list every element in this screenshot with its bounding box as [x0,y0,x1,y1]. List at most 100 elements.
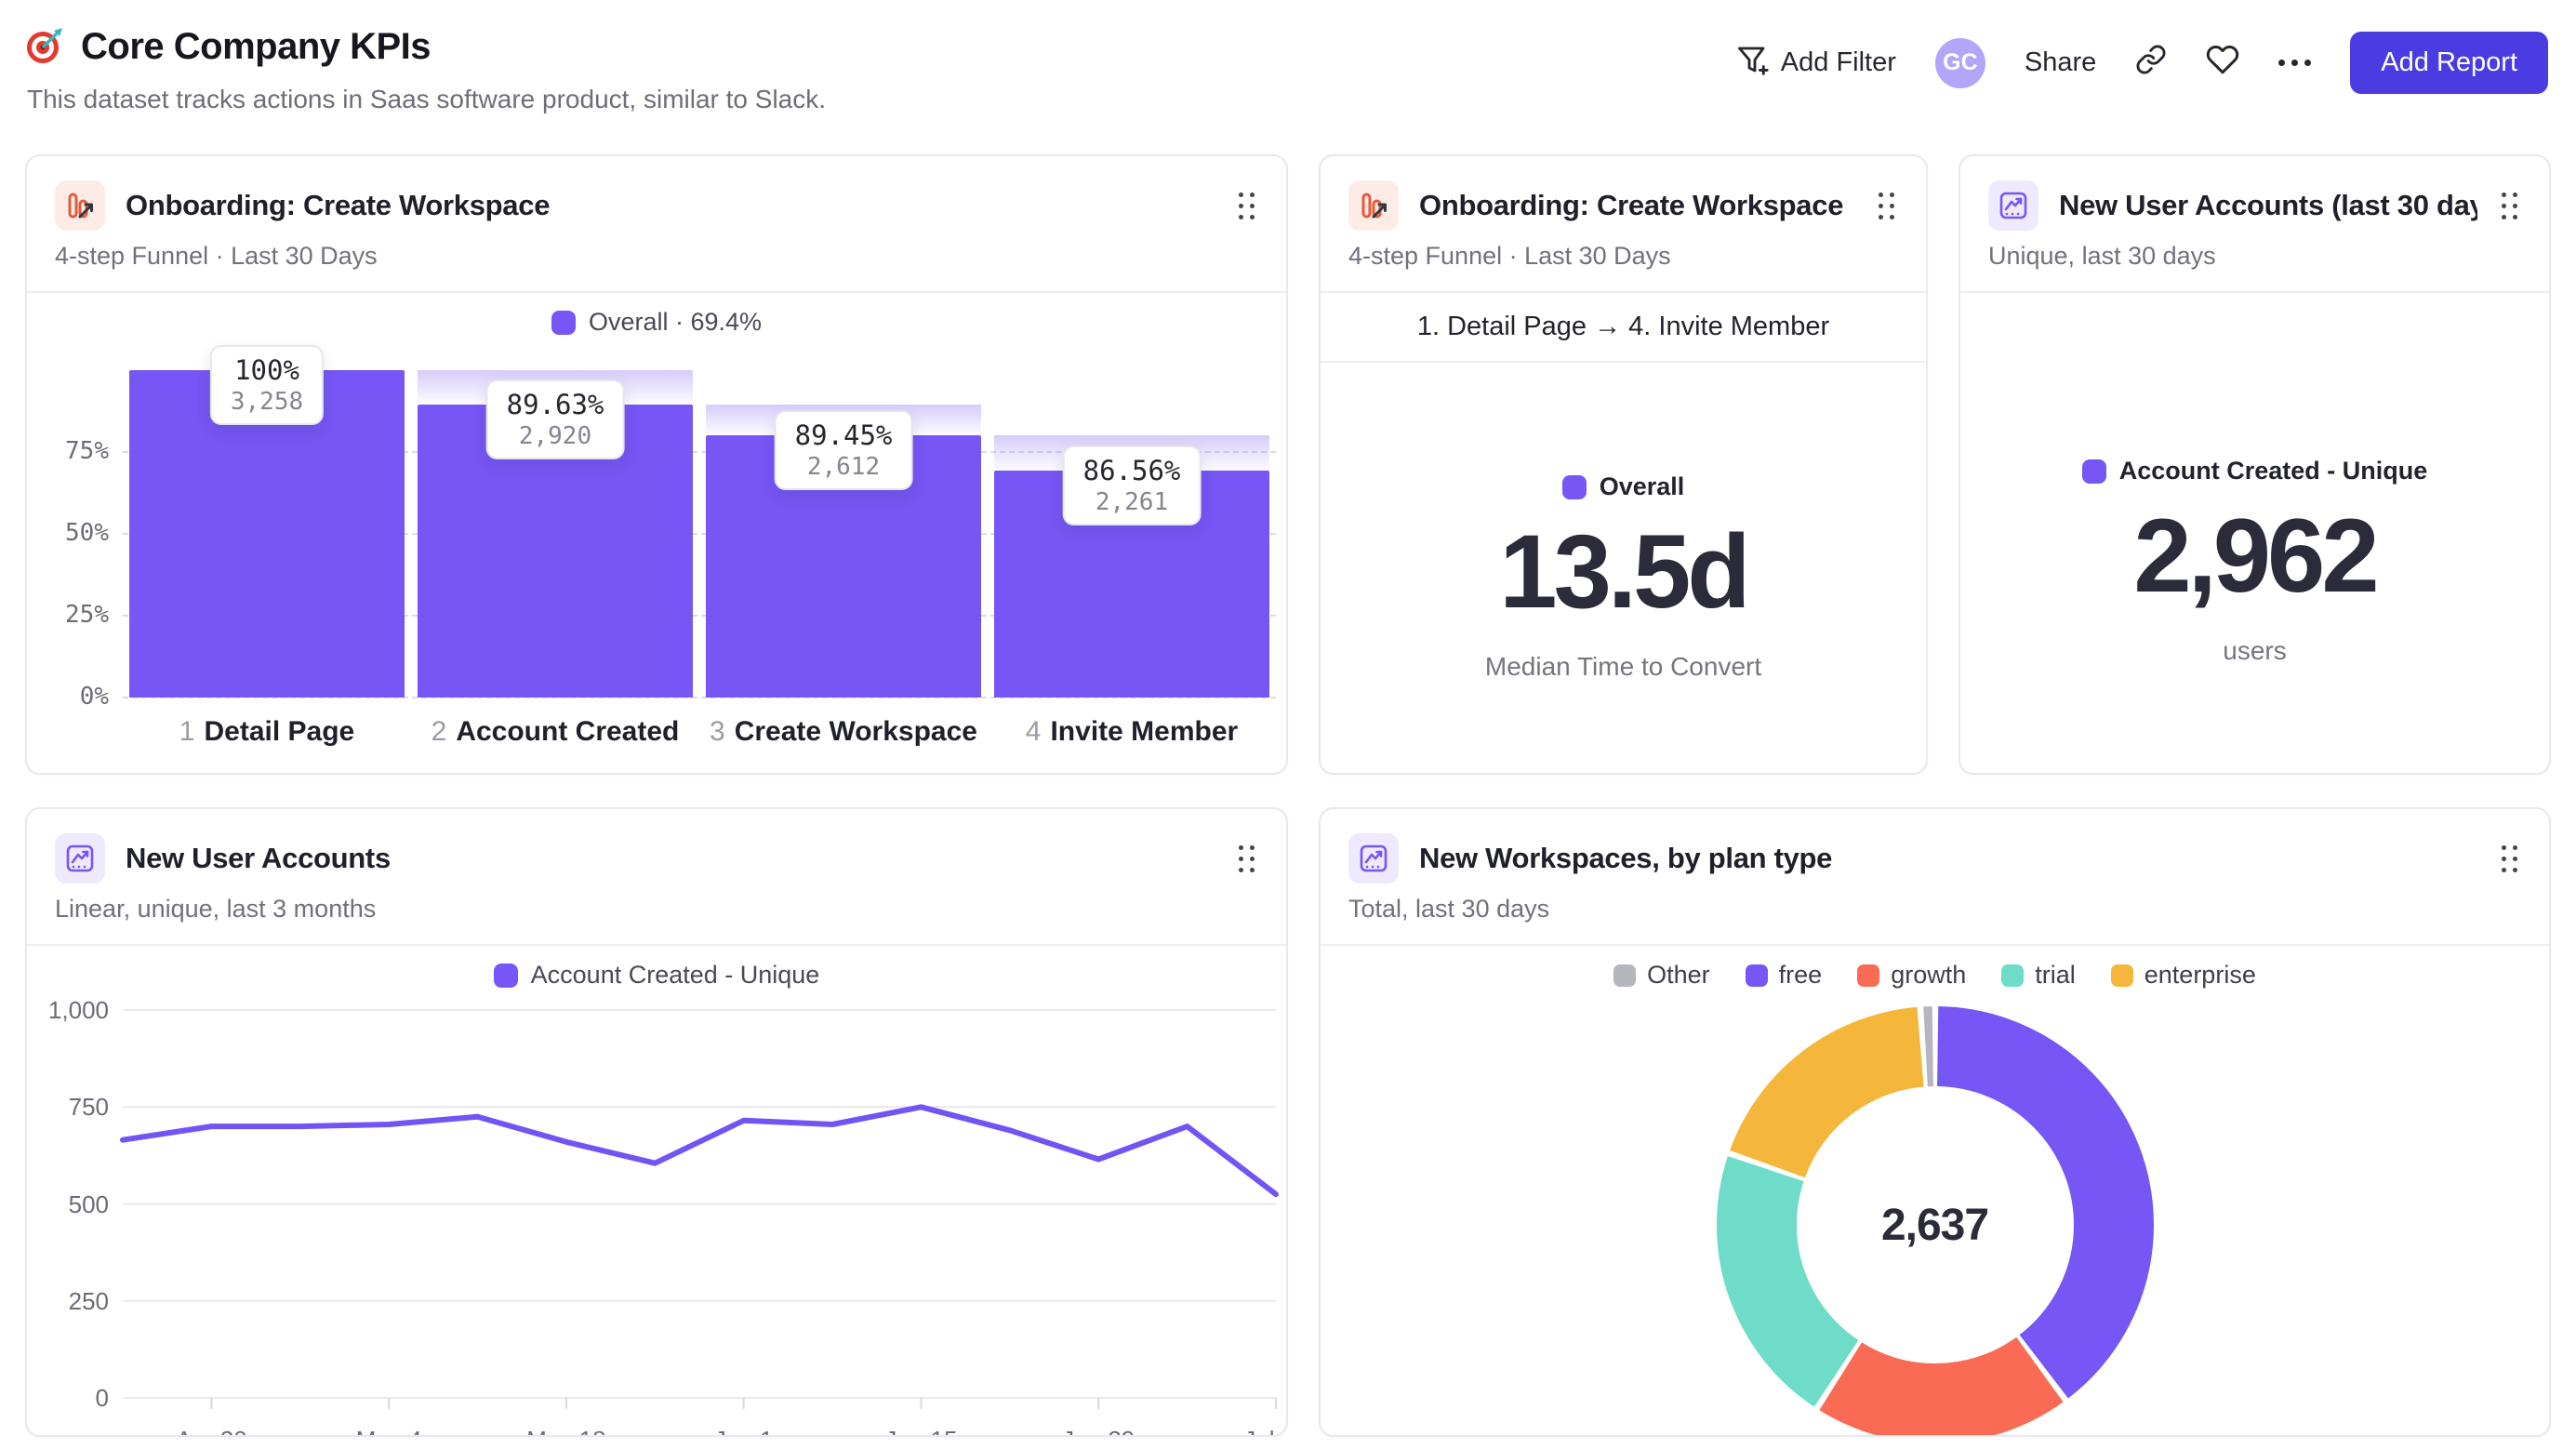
funnel-tooltip-pct: 86.56% [1082,454,1181,486]
legend-label: Other [1647,961,1710,989]
card-subtitle: 4-step Funnel · Last 30 Days [1321,231,1926,293]
insights-chart-icon [1988,180,2038,231]
funnel-tooltip-count: 3,258 [230,388,304,416]
metric-caption: Median Time to Convert [1484,652,1762,681]
donut-legend-item-enterprise[interactable]: enterprise [2110,961,2256,990]
line-chart[interactable]: 1,000 750 500 250 0 Apr 20 May 4 May 18 Jun 1 Jun… [27,996,1286,1435]
legend-label: enterprise [2144,961,2256,989]
legend-label: trial [2035,961,2076,989]
line-y-tick: 0 [95,1384,109,1412]
funnel-x-axis: 1 Detail Page 2 Account Created 3 Create Work… [123,716,1276,768]
funnel-chart-icon [1348,180,1399,231]
insights-chart-icon [1348,833,1399,884]
card-time-to-convert: Onboarding: Create Workspace 4-step Funn… [1319,154,1928,775]
line-plot[interactable] [120,1009,1279,1411]
legend-label: Account Created - Unique [2118,457,2428,485]
funnel-tooltip-pct: 89.45% [794,419,893,451]
share-button[interactable]: Share [2025,47,2096,78]
page-header-controls: Add Filter GC Share Add Report [1735,32,2548,94]
line-x-tick: Apr 20 [176,1426,247,1435]
donut-legend-item-growth[interactable]: growth [1857,961,1966,990]
legend-label: Overall · 69.4% [588,308,763,336]
funnel-tooltip: 100% 3,258 [209,345,325,425]
donut-legend-item-other[interactable]: Other [1613,961,1710,990]
donut-legend-item-free[interactable]: free [1745,961,1822,990]
line-y-tick: 250 [68,1286,109,1315]
card-subtitle: Total, last 30 days [1321,884,2549,946]
line-x-tick: May 4 [356,1426,422,1435]
drag-handle[interactable] [1235,189,1258,223]
line-series [120,1104,1279,1198]
card-new-users-30d: New User Accounts (last 30 days) Unique,… [1959,154,2551,775]
legend-swatch [2110,964,2133,987]
link-icon [2135,44,2167,83]
funnel-y-tick: 50% [65,519,109,547]
drag-handle[interactable] [2498,189,2521,223]
card-title: New User Accounts [126,842,391,874]
card-title: New Workspaces, by plan type [1419,842,1833,874]
line-y-tick: 750 [68,1093,109,1122]
card-onboarding-funnel: Onboarding: Create Workspace 4-step Funn… [25,154,1288,775]
add-report-button[interactable]: Add Report [2350,32,2548,94]
funnel-tooltip-pct: 89.63% [506,388,604,420]
line-y-tick: 500 [68,1190,109,1218]
funnel-tooltip-count: 2,920 [518,421,592,450]
drag-handle[interactable] [2498,842,2521,876]
donut-chart[interactable]: 2,637 [1716,1006,2154,1435]
avatar[interactable]: GC [1934,37,1985,88]
card-new-users-line: New User Accounts Linear, unique, last 3… [25,807,1288,1437]
funnel-chart: 75% 50% 25% 0% 100% 3,258 89.63% 2,920 89.45% 2,… [27,345,1286,711]
line-x-tick: Jun 1 [714,1426,774,1435]
donut-legend-item-trial[interactable]: trial [2001,961,2076,990]
funnel-step-label: 2 Account Created [431,716,680,747]
page-subtitle: This dataset tracks actions in Saas soft… [27,85,827,113]
card-subtitle: 4-step Funnel · Last 30 Days [27,231,1286,293]
insights-chart-icon [55,833,105,884]
legend-swatch [2081,459,2106,484]
dashboard-grid: Onboarding: Create Workspace 4-step Funn… [0,154,2576,1437]
line-x-tick: Jul 13 [1243,1426,1286,1435]
metric-legend[interactable]: Account Created - Unique [2081,457,2428,485]
metric-value: 13.5d [1499,513,1750,630]
legend-swatch [1745,964,1768,987]
page-title: Core Company KPIs [81,26,432,67]
card-title: Onboarding: Create Workspace [126,189,551,221]
legend-label: growth [1891,961,1967,989]
copy-link-button[interactable] [2135,44,2167,83]
funnel-step-label: 3 Create Workspace [710,716,977,747]
filter-plus-icon [1735,43,1769,84]
funnel-legend[interactable]: Overall · 69.4% [27,308,1286,337]
funnel-y-tick: 0% [79,683,109,711]
legend-swatch [1613,964,1637,987]
drag-handle[interactable] [1875,189,1898,223]
target-icon [25,24,66,70]
legend-label: Overall [1599,472,1685,500]
add-filter-button[interactable]: Add Filter [1735,43,1896,84]
page-header-left: Core Company KPIs This dataset tracks ac… [25,24,826,114]
line-x-tick: Jun 15 [884,1426,957,1435]
line-legend[interactable]: Account Created - Unique [27,961,1286,990]
funnel-step-range[interactable]: 1. Detail Page → 4. Invite Member [1321,293,1926,363]
legend-swatch [551,310,576,335]
card-title: New User Accounts (last 30 days) [2059,189,2477,221]
funnel-tooltip: 86.56% 2,261 [1062,445,1202,525]
funnel-plot[interactable]: 100% 3,258 89.63% 2,920 89.45% 2,612 86.56% 2,2… [123,345,1276,698]
funnel-y-axis: 75% 50% 25% 0% [27,370,109,711]
legend-swatch [493,963,518,988]
line-x-tick: May 18 [526,1426,605,1435]
card-workspaces-by-plan: New Workspaces, by plan type Total, last… [1319,807,2551,1437]
metric-legend[interactable]: Overall [1561,472,1685,501]
funnel-tooltip-count: 2,612 [806,452,881,481]
funnel-y-tick: 75% [65,437,109,465]
line-y-tick: 1,000 [47,996,109,1024]
donut-legend: Other free growth trial enterprise [1321,961,2549,990]
favorite-button[interactable] [2206,43,2239,84]
legend-swatch [1561,474,1587,499]
card-subtitle: Unique, last 30 days [1960,231,2549,293]
funnel-y-tick: 25% [65,601,109,629]
drag-handle[interactable] [1235,842,1258,876]
line-y-axis: 1,000 750 500 250 0 [27,996,109,1435]
heart-icon [2206,43,2239,84]
more-options-button[interactable] [2278,52,2312,73]
card-subtitle: Linear, unique, last 3 months [27,884,1286,946]
